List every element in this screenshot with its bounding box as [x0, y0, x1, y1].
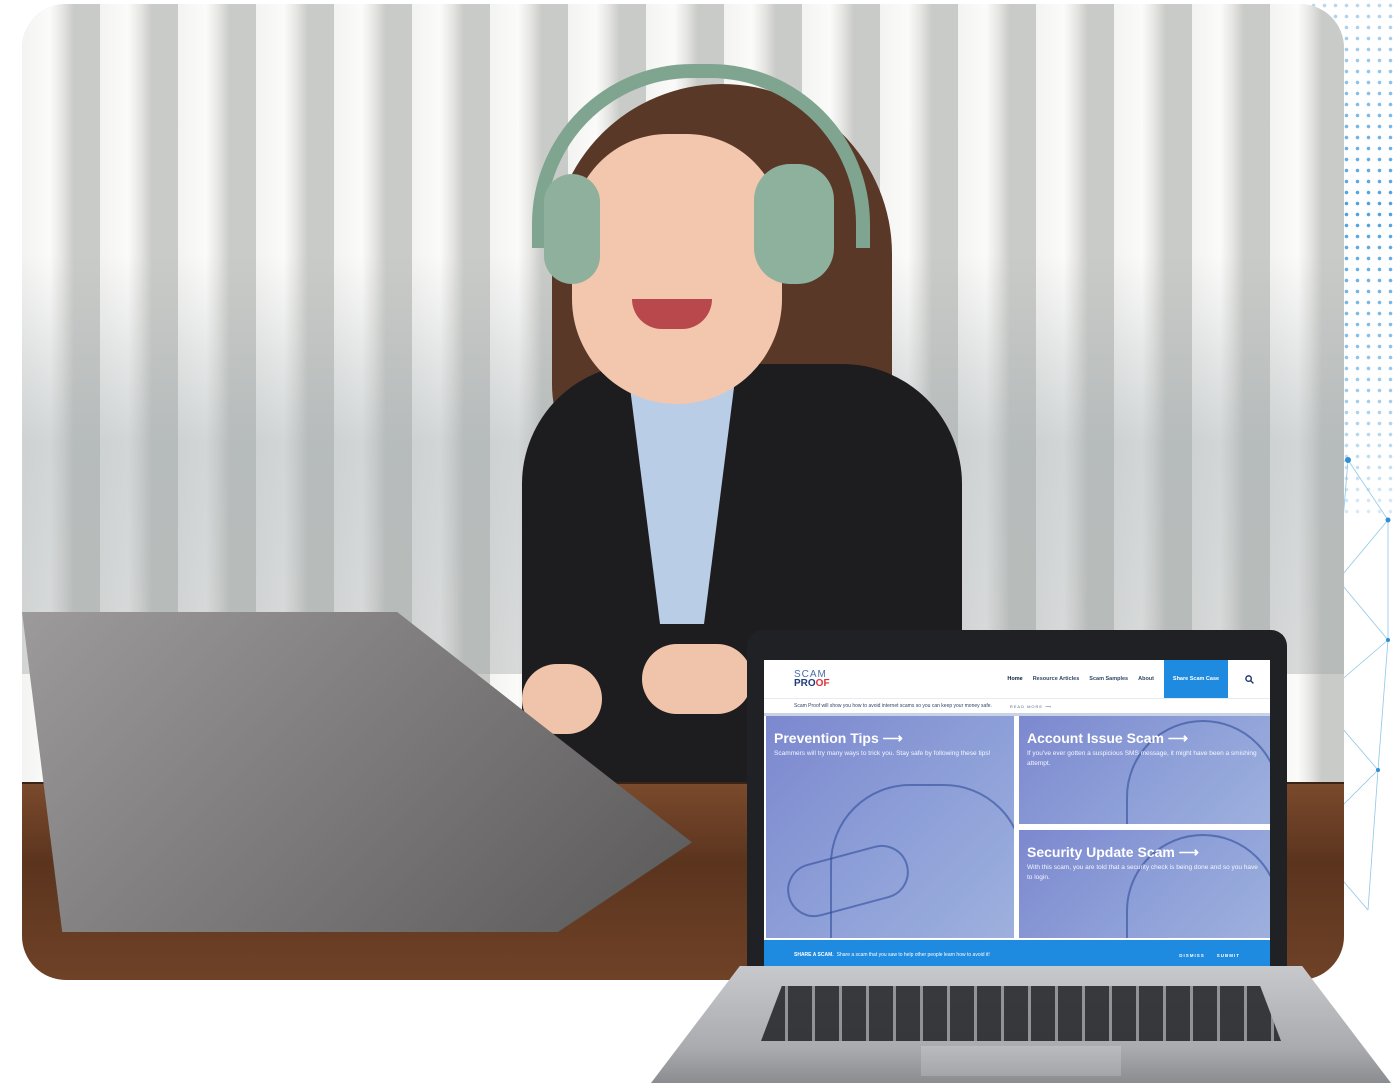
share-bar-lead: SHARE A SCAM. [794, 952, 834, 958]
share-bar-actions: DISMISS SUBMIT [1179, 953, 1240, 958]
laptop-keyboard [761, 986, 1281, 1041]
headphones-left-cup [544, 174, 600, 284]
dismiss-button[interactable]: DISMISS [1179, 953, 1205, 958]
card-text: Scammers will try many ways to trick you… [774, 750, 991, 757]
nav-menu: Home Resource Articles Scam Samples Abou… [1007, 660, 1260, 698]
submit-button[interactable]: SUBMIT [1217, 953, 1240, 958]
announcement-bar: Scam Proof will show you how to avoid in… [764, 698, 1270, 716]
card-title: Account Issue Scam ⟶ [1027, 730, 1188, 746]
nav-item-home[interactable]: Home [1007, 676, 1022, 682]
headphones-right-cup [754, 164, 834, 284]
site-navbar: SCAM PROOF Home Resource Articles Scam S… [764, 660, 1270, 698]
nav-item-about[interactable]: About [1138, 676, 1154, 682]
read-more-link[interactable]: READ MORE ⟶ [1010, 704, 1052, 709]
share-scam-bar: SHARE A SCAM. Share a scam that you saw … [764, 940, 1270, 970]
feature-cards-grid: Prevention Tips ⟶ Scammers will try many… [764, 716, 1270, 946]
search-icon[interactable] [1238, 660, 1260, 698]
share-scam-case-button[interactable]: Share Scam Case [1164, 660, 1228, 698]
laptop-base [651, 966, 1391, 1083]
card-text: If you've ever gotten a suspicious SMS m… [1027, 750, 1257, 767]
card-title: Prevention Tips ⟶ [774, 730, 903, 746]
hero-composition: SCAM PROOF Home Resource Articles Scam S… [0, 0, 1398, 1083]
card-title: Security Update Scam ⟶ [1027, 844, 1199, 860]
share-bar-text: Share a scam that you saw to help other … [836, 952, 990, 958]
card-text: With this scam, you are told that a secu… [1027, 864, 1258, 881]
card-security-update-scam[interactable]: Security Update Scam ⟶ With this scam, y… [1019, 830, 1270, 938]
card-account-issue-scam[interactable]: Account Issue Scam ⟶ If you've ever gott… [1019, 716, 1270, 824]
logo-line-2: PROOF [794, 678, 830, 689]
card-prevention-tips[interactable]: Prevention Tips ⟶ Scammers will try many… [766, 716, 1014, 938]
announcement-text: Scam Proof will show you how to avoid in… [794, 703, 992, 709]
laptop-trackpad [921, 1046, 1121, 1076]
foreground-laptop: SCAM PROOF Home Resource Articles Scam S… [651, 630, 1391, 1083]
laptop-screen-website: SCAM PROOF Home Resource Articles Scam S… [764, 660, 1270, 970]
scam-proof-logo[interactable]: SCAM PROOF [794, 670, 830, 689]
nav-item-scam-samples[interactable]: Scam Samples [1089, 676, 1128, 682]
nav-item-resource-articles[interactable]: Resource Articles [1033, 676, 1080, 682]
